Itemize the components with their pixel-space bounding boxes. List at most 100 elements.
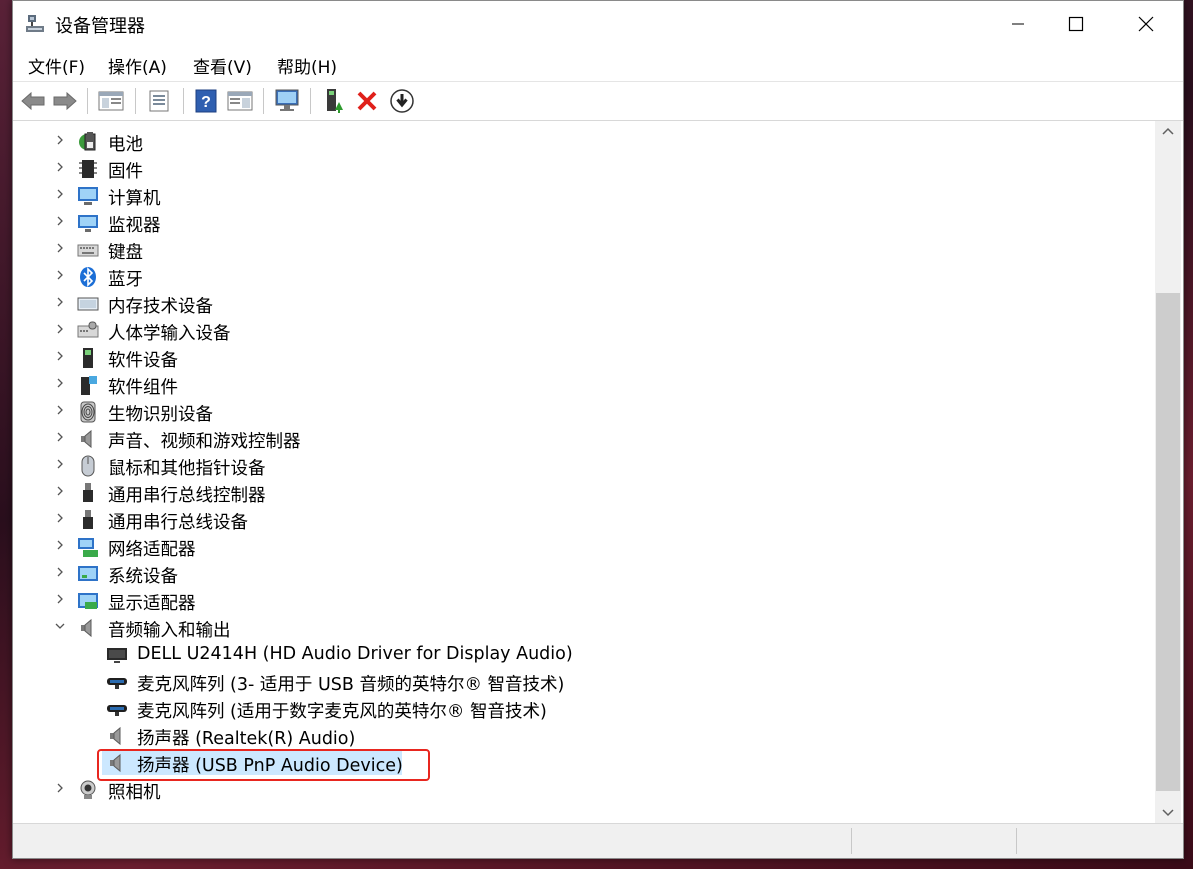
tree-category[interactable]: 键盘 — [13, 236, 1155, 263]
status-bar — [13, 823, 1183, 858]
tree-category[interactable]: 蓝牙 — [13, 263, 1155, 290]
update-driver-button[interactable] — [321, 87, 349, 115]
status-divider — [1016, 828, 1017, 854]
tree-category[interactable]: 计算机 — [13, 182, 1155, 209]
title-bar[interactable]: 设备管理器 — [13, 1, 1183, 47]
action-pane-button[interactable] — [226, 87, 254, 115]
chevron-right-icon[interactable] — [53, 566, 67, 580]
tree-item-label: 音频输入和输出 — [108, 621, 231, 641]
uninstall-device-button[interactable] — [353, 87, 381, 115]
chevron-right-icon[interactable] — [53, 782, 67, 796]
toolbar-separator — [183, 88, 184, 114]
tree-device[interactable]: 扬声器 (Realtek(R) Audio) — [13, 722, 1155, 749]
disable-device-button[interactable] — [388, 87, 416, 115]
tree-item-label: 通用串行总线设备 — [108, 513, 248, 533]
chevron-right-icon[interactable] — [53, 188, 67, 202]
toolbar: ? — [13, 82, 1183, 121]
chevron-right-icon[interactable] — [53, 296, 67, 310]
disable-device-icon — [390, 89, 414, 113]
firmware-chip-icon — [77, 158, 99, 180]
forward-button[interactable] — [51, 87, 79, 115]
chevron-right-icon[interactable] — [53, 242, 67, 256]
chevron-right-icon[interactable] — [53, 215, 67, 229]
menu-help[interactable]: 帮助(H) — [277, 53, 337, 78]
maximize-button[interactable] — [1047, 1, 1105, 47]
help-icon: ? — [195, 89, 217, 113]
close-button[interactable] — [1117, 1, 1175, 47]
monitor-dark-icon — [106, 644, 128, 666]
speaker-icon — [106, 725, 128, 747]
menu-file[interactable]: 文件(F) — [28, 53, 85, 78]
device-tree[interactable]: 电池固件 计算机 监视器键盘 蓝牙 内存技术设备人体学输入设备 软件设备 软件组件 生物识别设… — [13, 121, 1155, 823]
menu-view[interactable]: 查看(V) — [193, 53, 252, 78]
network-adapter-icon — [77, 536, 99, 558]
properties-button[interactable] — [145, 87, 173, 115]
tree-category[interactable]: 内存技术设备 — [13, 290, 1155, 317]
usb-icon — [77, 509, 99, 531]
tree-category[interactable]: 音频输入和输出 — [13, 614, 1155, 641]
tree-category[interactable]: 固件 — [13, 155, 1155, 182]
scroll-down-button[interactable] — [1155, 803, 1181, 823]
device-manager-window: 设备管理器 文件(F) 操作(A) 查看(V) 帮助(H) ? 电池 固件 计算… — [12, 0, 1184, 859]
chevron-right-icon[interactable] — [53, 134, 67, 148]
tree-category[interactable]: 鼠标和其他指针设备 — [13, 452, 1155, 479]
tree-category[interactable]: 生物识别设备 — [13, 398, 1155, 425]
tree-category[interactable]: 系统设备 — [13, 560, 1155, 587]
chevron-right-icon[interactable] — [53, 431, 67, 445]
tree-category[interactable]: 人体学输入设备 — [13, 317, 1155, 344]
tree-category[interactable]: 显示适配器 — [13, 587, 1155, 614]
chevron-right-icon[interactable] — [53, 377, 67, 391]
chevron-down-icon[interactable] — [53, 620, 67, 634]
scroll-thumb[interactable] — [1156, 293, 1180, 791]
help-button[interactable]: ? — [192, 87, 220, 115]
back-button[interactable] — [19, 87, 47, 115]
tree-category[interactable]: 电池 — [13, 128, 1155, 155]
computer-icon — [77, 185, 99, 207]
tree-item-label: 键盘 — [108, 243, 143, 263]
system-device-icon — [77, 563, 99, 585]
chevron-right-icon[interactable] — [53, 458, 67, 472]
chevron-right-icon[interactable] — [53, 269, 67, 283]
tree-category[interactable]: 监视器 — [13, 209, 1155, 236]
tree-category[interactable]: 通用串行总线设备 — [13, 506, 1155, 533]
tree-category[interactable]: 声音、视频和游戏控制器 — [13, 425, 1155, 452]
chevron-right-icon[interactable] — [53, 404, 67, 418]
tree-category[interactable]: 软件设备 — [13, 344, 1155, 371]
minimize-button[interactable] — [989, 1, 1047, 47]
chevron-right-icon[interactable] — [53, 512, 67, 526]
microphone-array-icon — [106, 671, 128, 693]
tree-item-label: 人体学输入设备 — [108, 324, 231, 344]
scan-hardware-button[interactable] — [273, 87, 301, 115]
tree-device[interactable]: 麦克风阵列 (适用于数字麦克风的英特尔® 智音技术) — [13, 695, 1155, 722]
tree-device[interactable]: DELL U2414H (HD Audio Driver for Display… — [13, 641, 1155, 668]
tree-item-label: 固件 — [108, 162, 143, 182]
tree-item-label: 麦克风阵列 (3- 适用于 USB 音频的英特尔® 智音技术) — [137, 675, 565, 695]
tree-category[interactable]: 通用串行总线控制器 — [13, 479, 1155, 506]
bluetooth-icon — [77, 266, 99, 288]
battery-icon — [77, 131, 99, 153]
menu-action[interactable]: 操作(A) — [108, 53, 167, 78]
chevron-right-icon[interactable] — [53, 539, 67, 553]
tree-item-label: 鼠标和其他指针设备 — [108, 459, 266, 479]
memory-device-icon — [77, 293, 99, 315]
scroll-up-button[interactable] — [1155, 121, 1181, 141]
menu-bar: 文件(F) 操作(A) 查看(V) 帮助(H) — [13, 47, 1183, 82]
chevron-right-icon[interactable] — [53, 593, 67, 607]
vertical-scrollbar[interactable] — [1155, 121, 1181, 823]
chevron-right-icon[interactable] — [53, 485, 67, 499]
tree-category[interactable]: 网络适配器 — [13, 533, 1155, 560]
tree-item-label: 照相机 — [108, 783, 161, 803]
chevron-right-icon[interactable] — [53, 161, 67, 175]
console-tree-button[interactable] — [97, 87, 125, 115]
tree-device[interactable]: 麦克风阵列 (3- 适用于 USB 音频的英特尔® 智音技术) — [13, 668, 1155, 695]
toolbar-separator — [135, 88, 136, 114]
tree-item-label: 显示适配器 — [108, 594, 196, 614]
chevron-right-icon[interactable] — [53, 350, 67, 364]
chevron-right-icon[interactable] — [53, 323, 67, 337]
tree-category[interactable]: 软件组件 — [13, 371, 1155, 398]
mouse-icon — [77, 455, 99, 477]
scan-hardware-changes-icon — [275, 89, 299, 111]
tree-item-label: 声音、视频和游戏控制器 — [108, 432, 301, 452]
software-device-icon — [77, 347, 99, 369]
tree-item-label: 软件设备 — [108, 351, 178, 371]
